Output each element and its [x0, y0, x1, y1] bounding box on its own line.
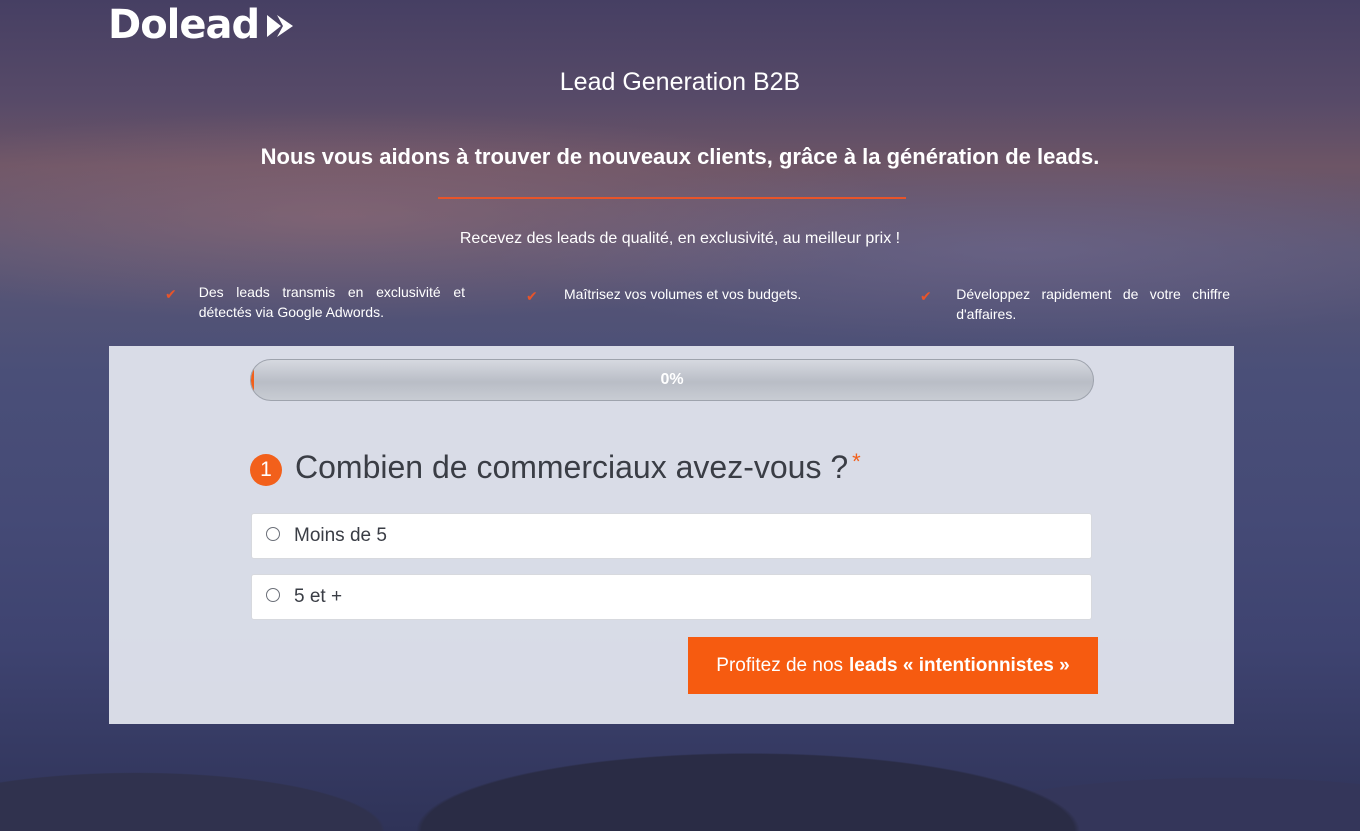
option-label: 5 et + [294, 586, 343, 607]
radio-button[interactable] [266, 588, 280, 602]
dolead-logo[interactable]: Dolead [108, 2, 297, 48]
headline: Nous vous aidons à trouver de nouveaux c… [260, 144, 1100, 169]
feature-text: Des leads transmis en exclusivité et dét… [198, 284, 465, 320]
feature-item-revenue: ✔ Développez rapidement de votre chiffre… [920, 284, 1230, 324]
tagline: Lead Generation B2B [559, 68, 801, 96]
progress-bar: 0% [250, 359, 1094, 401]
submit-button[interactable]: Profitez de nos leads « intentionnistes … [688, 637, 1098, 694]
question-number-badge: 1 [250, 454, 282, 486]
feature-text: Développez rapidement de votre chiffre d… [956, 286, 1230, 322]
check-icon: ✔ [165, 286, 177, 302]
question-label: Combien de commerciaux avez-vous ? [295, 448, 849, 485]
logo-text: Dolead [108, 2, 260, 48]
question-heading: 1 Combien de commerciaux avez-vous ? * [250, 448, 861, 486]
check-icon: ✔ [526, 288, 538, 304]
check-icon: ✔ [920, 288, 932, 304]
question-text: Combien de commerciaux avez-vous ? * [295, 449, 861, 486]
logo-arrow-icon [267, 15, 294, 37]
radio-button[interactable] [266, 527, 280, 541]
option-less-than-5[interactable]: Moins de 5 [251, 513, 1092, 559]
required-mark: * [852, 448, 861, 474]
cta-emphasis: leads « intentionnistes » [849, 654, 1070, 676]
feature-item-exclusivity: ✔ Des leads transmis en exclusivité et d… [165, 282, 465, 322]
feature-text: Maîtrisez vos volumes et vos budgets. [564, 286, 802, 302]
cta-prefix: Profitez de nos [716, 654, 844, 676]
option-5-and-more[interactable]: 5 et + [251, 574, 1092, 620]
divider-line [438, 197, 906, 199]
feature-item-volumes: ✔ Maîtrisez vos volumes et vos budgets. [526, 284, 856, 306]
subline: Recevez des leads de qualité, en exclusi… [459, 230, 901, 247]
progress-label: 0% [660, 371, 684, 388]
option-label: Moins de 5 [294, 525, 387, 546]
